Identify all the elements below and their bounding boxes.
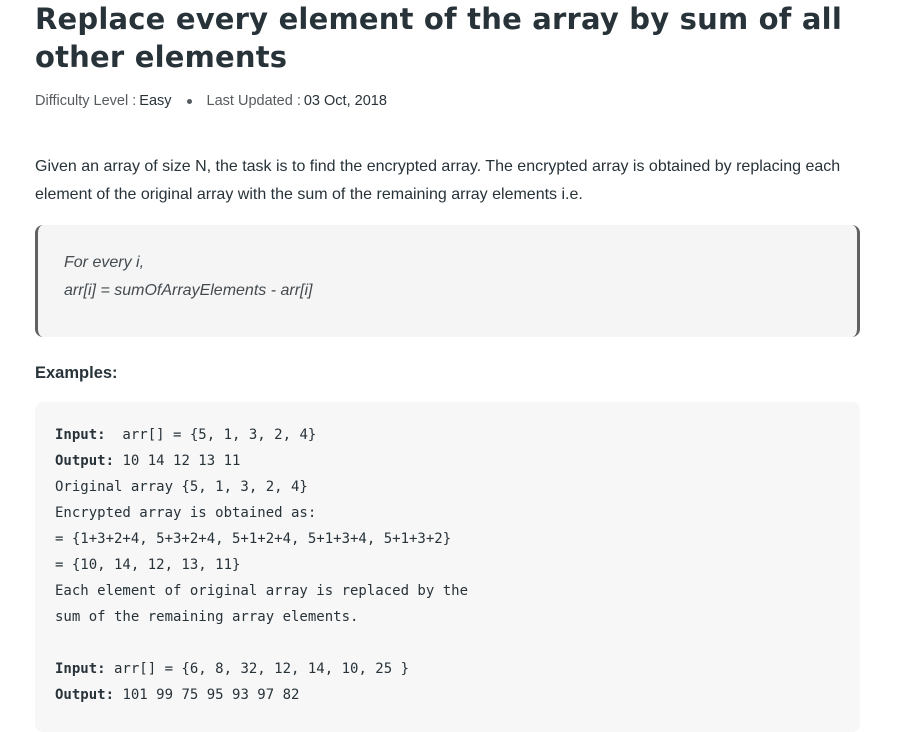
formula-line-2: arr[i] = sumOfArrayElements - arr[i] (64, 282, 313, 299)
code-line: Output: 10 14 12 13 11 (55, 448, 860, 474)
article: Replace every element of the array by su… (35, 0, 860, 732)
last-updated-value: 03 Oct, 2018 (303, 93, 387, 109)
code-line: Input: arr[] = {6, 8, 32, 12, 14, 10, 25… (55, 656, 860, 682)
meta-separator-dot (186, 98, 192, 104)
input-label: Input: (55, 427, 106, 443)
input-value: arr[] = {6, 8, 32, 12, 14, 10, 25 } (105, 661, 410, 677)
input-value: arr[] = {5, 1, 3, 2, 4} (105, 427, 317, 443)
examples-code-block: Input: arr[] = {5, 1, 3, 2, 4} Output: 1… (35, 402, 860, 732)
code-line: Encrypted array is obtained as: (55, 505, 317, 521)
code-line: = {10, 14, 12, 13, 11} (55, 557, 241, 573)
intro-paragraph: Given an array of size N, the task is to… (35, 158, 841, 203)
article-title: Replace every element of the array by su… (35, 2, 842, 74)
formula-blockquote: For every i, arr[i] = sumOfArrayElements… (35, 225, 860, 337)
output-label: Output: (55, 453, 115, 469)
difficulty-label: Difficulty Level : (35, 93, 137, 109)
examples-heading: Examples: (35, 364, 118, 382)
last-updated-label: Last Updated : (206, 93, 301, 109)
code-line: Output: 101 99 75 95 93 97 82 (55, 682, 860, 708)
output-label: Output: (55, 687, 115, 703)
article-meta: Difficulty Level : Easy Last Updated : 0… (35, 91, 860, 111)
code-line: Original array {5, 1, 3, 2, 4} (55, 479, 308, 495)
code-line: Input: arr[] = {5, 1, 3, 2, 4} (55, 422, 860, 448)
input-label: Input: (55, 661, 106, 677)
output-value: 101 99 75 95 93 97 82 (114, 687, 300, 703)
difficulty-value[interactable]: Easy (139, 93, 171, 109)
code-line: Each element of original array is replac… (55, 583, 469, 599)
code-line: sum of the remaining array elements. (55, 609, 359, 625)
output-value: 10 14 12 13 11 (114, 453, 241, 469)
code-line: = {1+3+2+4, 5+3+2+4, 5+1+2+4, 5+1+3+4, 5… (55, 531, 452, 547)
formula-line-1: For every i, (64, 254, 145, 271)
